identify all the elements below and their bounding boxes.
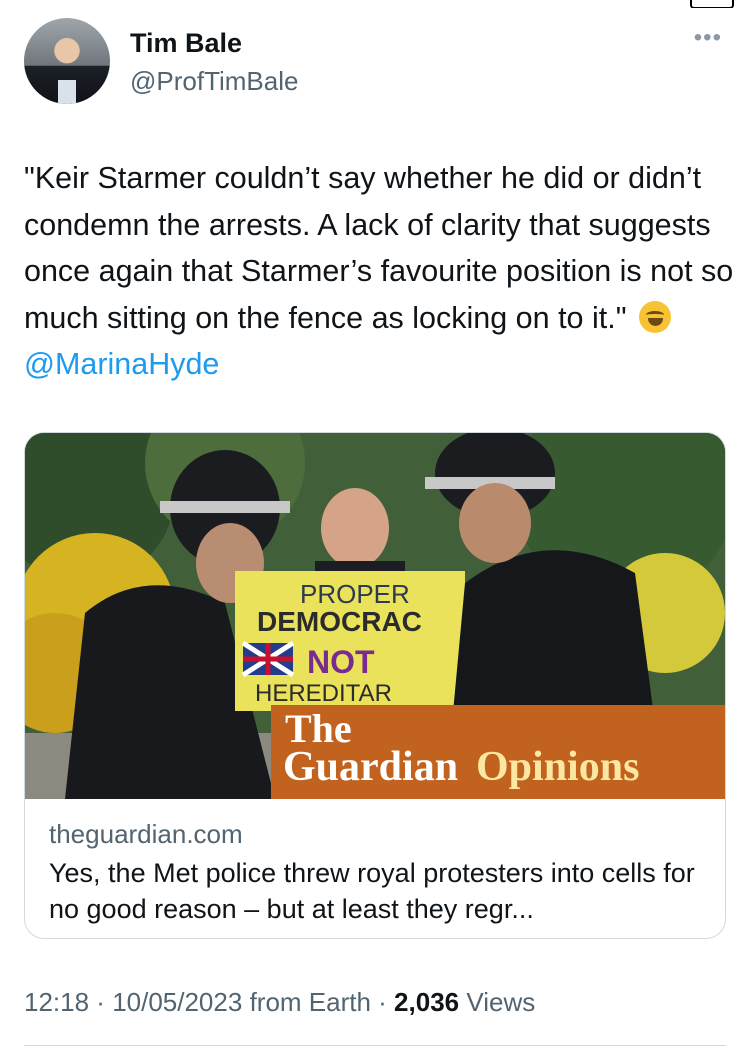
svg-text:NOT: NOT — [307, 644, 375, 680]
author-handle[interactable]: @ProfTimBale — [130, 66, 298, 97]
more-horizontal-icon[interactable]: ••• — [694, 24, 722, 52]
status-bar — [0, 0, 750, 8]
tweet-date[interactable]: 10/05/2023 — [112, 987, 242, 1017]
author-name[interactable]: Tim Bale — [130, 28, 242, 59]
card-title[interactable]: Yes, the Met police threw royal proteste… — [49, 855, 709, 927]
mention-link[interactable]: @MarinaHyde — [24, 347, 219, 381]
views-count: 2,036 — [394, 987, 460, 1017]
article-image[interactable]: PROPER DEMOCRAC NOT HEREDITAR The Guardi… — [25, 433, 725, 799]
card-domain[interactable]: theguardian.com — [49, 819, 243, 850]
guardian-opinions-banner: The Guardian Opinions — [271, 705, 725, 799]
tweet-header: Tim Bale @ProfTimBale ••• — [24, 16, 726, 112]
tweet-body: "Keir Starmer couldn’t say whether he di… — [24, 161, 734, 335]
brand-guardian: Guardian — [283, 744, 459, 790]
avatar[interactable] — [24, 18, 110, 104]
brand-opinions: Opinions — [476, 744, 640, 790]
tweet-time[interactable]: 12:18 — [24, 987, 89, 1017]
svg-text:DEMOCRAC: DEMOCRAC — [257, 606, 422, 637]
views-label: Views — [466, 987, 536, 1017]
divider — [24, 1045, 726, 1046]
svg-text:PROPER: PROPER — [300, 579, 410, 609]
battery-icon — [690, 0, 734, 8]
tweet-meta: 12:18 · 10/05/2023 from Earth · 2,036 Vi… — [24, 987, 536, 1017]
tweet-source: from Earth — [249, 987, 371, 1017]
rolling-on-floor-laughing-emoji-icon — [639, 300, 672, 333]
svg-text:HEREDITAR: HEREDITAR — [255, 680, 392, 707]
tweet-text: "Keir Starmer couldn’t say whether he di… — [24, 155, 734, 388]
link-preview-card[interactable]: PROPER DEMOCRAC NOT HEREDITAR The Guardi… — [24, 432, 726, 939]
